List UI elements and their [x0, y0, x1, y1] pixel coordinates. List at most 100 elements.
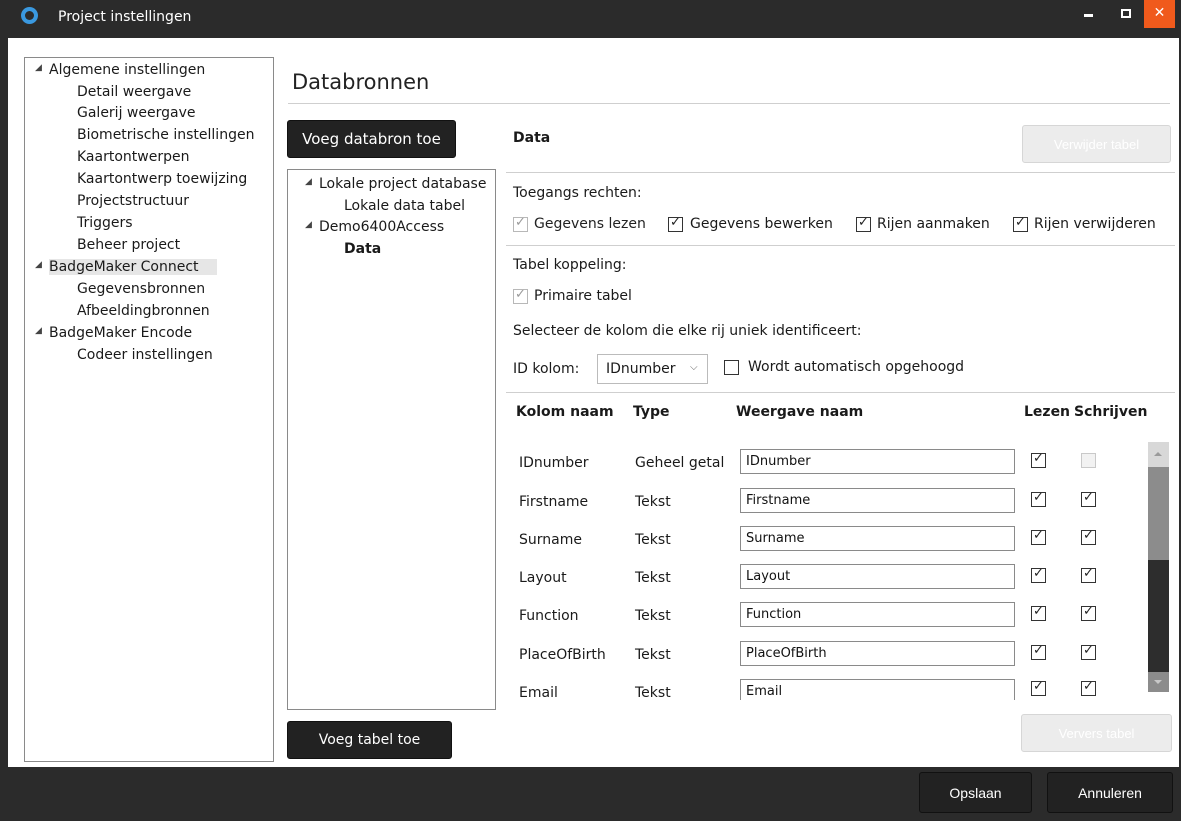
nav-item-manage-project[interactable]: Beheer project — [77, 237, 180, 253]
write-checkbox[interactable] — [1081, 643, 1096, 660]
close-icon: ✕ — [1153, 5, 1166, 21]
scroll-down-arrow-icon[interactable] — [1148, 672, 1169, 692]
write-checkbox[interactable] — [1081, 490, 1096, 507]
write-checkbox[interactable] — [1081, 566, 1096, 583]
delete-rows-checkbox[interactable] — [1013, 215, 1028, 232]
primary-table-label: Primaire tabel — [534, 288, 632, 304]
create-rows-checkbox[interactable] — [856, 215, 871, 232]
access-rights-heading: Toegangs rechten: — [513, 185, 642, 201]
read-checkbox[interactable] — [1031, 528, 1046, 545]
expand-arrow-icon[interactable]: ◢ — [305, 220, 312, 230]
nav-item-card-designs[interactable]: Kaartontwerpen — [77, 149, 189, 165]
display-name-input[interactable] — [740, 449, 1015, 474]
ds-group-demo-access[interactable]: ◢ Demo6400Access — [305, 219, 445, 235]
settings-nav-tree[interactable]: ◢ Algemene instellingen Detail weergave … — [24, 57, 274, 762]
nav-item-triggers[interactable]: Triggers — [77, 215, 133, 231]
write-checkbox[interactable] — [1081, 528, 1096, 545]
display-name-input[interactable] — [740, 488, 1015, 513]
row-type: Tekst — [635, 532, 671, 548]
nav-group-label: BadgeMaker Connect — [49, 259, 199, 275]
read-data-label: Gegevens lezen — [534, 216, 646, 232]
nav-item-detail-view[interactable]: Detail weergave — [77, 84, 191, 100]
display-name-input[interactable] — [740, 602, 1015, 627]
title-bar[interactable]: Project instellingen ✕ — [0, 0, 1181, 35]
nav-item-encode-settings[interactable]: Codeer instellingen — [77, 347, 213, 363]
primary-table-checkbox — [513, 287, 528, 304]
expand-arrow-icon[interactable]: ◢ — [35, 326, 42, 336]
id-column-value: IDnumber — [606, 361, 676, 377]
delete-table-button[interactable]: Verwijder tabel — [1022, 125, 1171, 163]
create-rows-label: Rijen aanmaken — [877, 216, 990, 232]
read-checkbox[interactable] — [1031, 451, 1046, 468]
read-checkbox[interactable] — [1031, 604, 1046, 621]
read-checkbox[interactable] — [1031, 679, 1046, 696]
save-button[interactable]: Opslaan — [919, 772, 1032, 813]
scroll-track[interactable] — [1148, 467, 1169, 560]
id-column-select[interactable]: IDnumber ⌵ — [597, 354, 708, 384]
display-name-input[interactable] — [740, 641, 1015, 666]
id-column-label: ID kolom: — [513, 361, 580, 377]
ds-item-data-selected[interactable]: Data — [344, 241, 381, 257]
row-type: Geheel getal — [635, 455, 725, 471]
add-datasource-button[interactable]: Voeg databron toe — [287, 120, 456, 158]
write-checkbox[interactable] — [1081, 679, 1096, 696]
minimize-button[interactable] — [1073, 0, 1104, 28]
read-checkbox[interactable] — [1031, 566, 1046, 583]
maximize-button[interactable] — [1110, 0, 1141, 28]
datasource-tree[interactable]: ◢ Lokale project database Lokale data ta… — [287, 169, 496, 710]
nav-group-badgemaker-encode[interactable]: ◢ BadgeMaker Encode — [35, 325, 192, 341]
scroll-thumb[interactable] — [1148, 560, 1169, 672]
nav-item-gallery-view[interactable]: Galerij weergave — [77, 105, 195, 121]
nav-item-data-sources[interactable]: Gegevensbronnen — [77, 281, 205, 297]
cancel-button[interactable]: Annuleren — [1047, 772, 1173, 813]
read-data-checkbox — [513, 215, 528, 232]
display-name-input[interactable] — [740, 564, 1015, 589]
header-display-name: Weergave naam — [736, 404, 864, 420]
row-column-name: Firstname — [519, 494, 589, 510]
title-divider — [288, 103, 1170, 104]
section-divider — [506, 172, 1175, 173]
expand-arrow-icon[interactable]: ◢ — [35, 260, 42, 270]
display-name-input[interactable] — [740, 526, 1015, 551]
columns-grid[interactable]: IDnumber Geheel getal Firstname Tekst Su… — [506, 438, 1151, 700]
read-checkbox[interactable] — [1031, 490, 1046, 507]
page-title: Databronnen — [292, 70, 430, 94]
refresh-table-button[interactable]: Ververs tabel — [1021, 714, 1172, 752]
row-column-name: Function — [519, 608, 579, 624]
header-write: Schrijven — [1074, 404, 1148, 420]
minimize-icon — [1084, 14, 1093, 17]
nav-item-project-structure[interactable]: Projectstructuur — [77, 193, 189, 209]
ds-item-local-data-table[interactable]: Lokale data tabel — [344, 198, 465, 214]
scroll-up-arrow-icon[interactable] — [1148, 442, 1169, 467]
ds-group-label: Demo6400Access — [319, 219, 445, 235]
nav-item-image-sources[interactable]: Afbeeldingbronnen — [77, 303, 210, 319]
nav-item-biometric-settings[interactable]: Biometrische instellingen — [77, 127, 254, 143]
nav-item-card-design-assignment[interactable]: Kaartontwerp toewijzing — [77, 171, 247, 187]
expand-arrow-icon[interactable]: ◢ — [35, 63, 42, 73]
header-column-name: Kolom naam — [516, 404, 614, 420]
edit-data-checkbox[interactable] — [668, 215, 683, 232]
write-checkbox — [1081, 453, 1096, 468]
read-checkbox[interactable] — [1031, 643, 1046, 660]
nav-group-general[interactable]: ◢ Algemene instellingen — [35, 62, 205, 78]
nav-group-badgemaker-connect[interactable]: ◢ BadgeMaker Connect — [35, 259, 217, 275]
auto-increment-checkbox[interactable] — [724, 360, 739, 375]
grid-scrollbar[interactable] — [1148, 442, 1169, 692]
table-name-heading: Data — [513, 130, 551, 146]
ds-group-label: Lokale project database — [319, 176, 487, 192]
row-column-name: PlaceOfBirth — [519, 647, 606, 663]
close-button[interactable]: ✕ — [1144, 0, 1175, 28]
add-table-button[interactable]: Voeg tabel toe — [287, 721, 452, 759]
ds-group-local-database[interactable]: ◢ Lokale project database — [305, 176, 487, 192]
row-column-name: Email — [519, 685, 558, 700]
delete-rows-label: Rijen verwijderen — [1034, 216, 1156, 232]
display-name-input[interactable] — [740, 679, 1015, 700]
write-checkbox[interactable] — [1081, 604, 1096, 621]
header-type: Type — [633, 404, 670, 420]
row-type: Tekst — [635, 494, 671, 510]
auto-increment-label: Wordt automatisch opgehoogd — [748, 359, 965, 375]
expand-arrow-icon[interactable]: ◢ — [305, 177, 312, 187]
row-type: Tekst — [635, 608, 671, 624]
row-column-name: Surname — [519, 532, 582, 548]
chevron-down-icon: ⌵ — [690, 362, 698, 373]
